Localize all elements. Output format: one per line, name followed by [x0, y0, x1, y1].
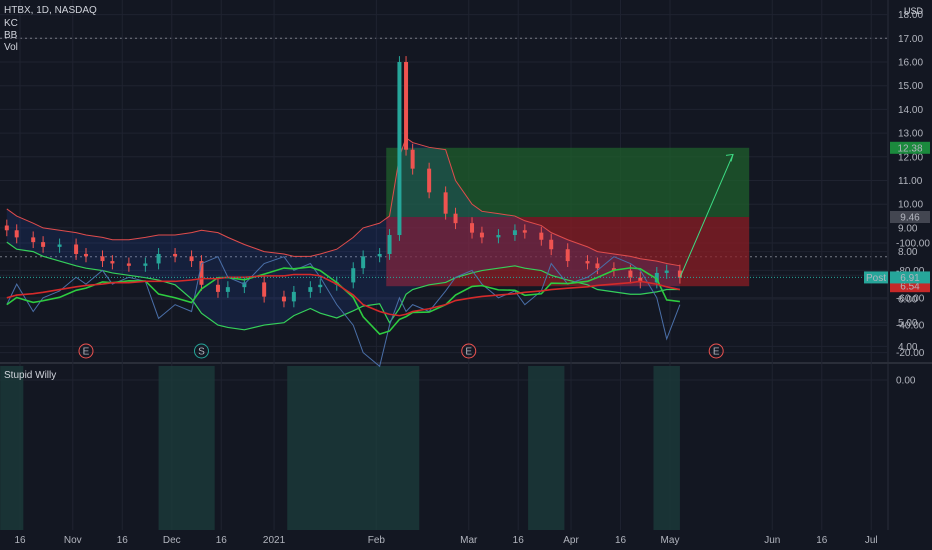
indicator-vol[interactable]: Vol	[4, 42, 18, 53]
candle-body	[57, 244, 62, 247]
osc-tick-label: 0.00	[896, 376, 916, 387]
time-tick-label: Apr	[563, 535, 579, 546]
currency-label: USD	[904, 6, 924, 16]
time-tick-label: Jul	[865, 535, 878, 546]
price-tick-label: 9.00	[898, 223, 918, 234]
candle-body	[585, 261, 590, 264]
osc-tick-label: -60.00	[896, 293, 925, 304]
event-label: E	[713, 347, 720, 358]
osc-tick-label: -100.00	[896, 239, 930, 250]
candle-body	[549, 239, 554, 250]
candle-body	[100, 256, 105, 262]
price-badge-label: 9.46	[900, 212, 920, 223]
candle-body	[110, 261, 115, 264]
candle-body	[539, 232, 544, 240]
candle-body	[512, 230, 517, 236]
price-badge-label: 12.38	[897, 143, 922, 154]
candle-body	[291, 291, 296, 302]
candle-body	[318, 284, 323, 288]
osc-tick-label: -40.00	[896, 321, 925, 332]
time-tick-label: May	[661, 535, 680, 546]
candle-body	[215, 284, 220, 292]
osc-highlight	[653, 366, 680, 530]
event-label: E	[465, 347, 472, 358]
candle-body	[143, 263, 148, 266]
candle-body	[404, 62, 409, 150]
candle-body	[361, 256, 366, 269]
candle-body	[4, 225, 9, 231]
candle-body	[565, 249, 570, 262]
time-tick-label: 16	[615, 535, 627, 546]
price-tick-label: 13.00	[898, 129, 923, 140]
osc-highlight	[528, 366, 565, 530]
time-tick-label: Feb	[368, 535, 386, 546]
candle-body	[173, 253, 178, 257]
price-tick-label: 17.00	[898, 34, 923, 45]
candle-body	[410, 149, 415, 169]
oscillator-title[interactable]: Stupid Willy	[4, 370, 56, 381]
price-tick-label: 16.00	[898, 58, 923, 69]
time-tick-label: Nov	[64, 535, 82, 546]
osc-tick-label: -20.00	[896, 348, 925, 359]
candle-body	[443, 192, 448, 214]
time-tick-label: Dec	[163, 535, 181, 546]
candle-body	[522, 230, 527, 233]
candle-body	[262, 282, 267, 297]
candle-body	[628, 270, 633, 278]
candle-body	[479, 232, 484, 238]
time-tick-label: 2021	[263, 535, 286, 546]
indicator-bb[interactable]: BB	[4, 30, 17, 41]
time-tick-label: 16	[816, 535, 828, 546]
candle-body	[156, 253, 161, 264]
candle-body	[664, 270, 669, 273]
candle-body	[351, 268, 356, 283]
indicator-kc[interactable]: KC	[4, 18, 18, 29]
candle-body	[189, 256, 194, 262]
price-tick-label: 15.00	[898, 81, 923, 92]
candle-body	[83, 253, 88, 257]
price-tick-label: 10.00	[898, 200, 923, 211]
candle-body	[470, 223, 475, 233]
candle-body	[453, 213, 458, 224]
candle-body	[41, 242, 46, 247]
candle-body	[126, 263, 131, 266]
candle-body	[496, 235, 501, 238]
time-tick-label: 16	[14, 535, 26, 546]
price-tick-label: 14.00	[898, 105, 923, 116]
event-label: S	[198, 347, 205, 358]
price-tick-label: 11.00	[898, 176, 923, 187]
candle-body	[397, 62, 402, 236]
candle-body	[377, 253, 382, 257]
candle-body	[281, 296, 286, 302]
candle-body	[595, 263, 600, 269]
osc-highlight	[287, 366, 420, 530]
candle-body	[31, 237, 36, 243]
post-label: Post	[866, 273, 886, 284]
osc-highlight	[158, 366, 215, 530]
candle-body	[225, 287, 230, 292]
candle-body	[387, 235, 392, 254]
time-tick-label: 16	[513, 535, 525, 546]
candle-body	[74, 244, 79, 254]
event-label: E	[83, 347, 90, 358]
post-value-label: 6.91	[900, 273, 920, 284]
time-tick-label: 16	[216, 535, 228, 546]
time-tick-label: 16	[117, 535, 129, 546]
candle-body	[308, 287, 313, 292]
osc-highlight	[0, 366, 24, 530]
symbol-title[interactable]: HTBX, 1D, NASDAQ	[4, 5, 97, 16]
time-tick-label: Jun	[764, 535, 780, 546]
candle-body	[14, 230, 19, 238]
price-chart[interactable]: ESEE 4.005.006.007.008.009.0010.0011.001…	[0, 0, 932, 550]
time-tick-label: Mar	[460, 535, 478, 546]
candle-body	[427, 168, 432, 193]
